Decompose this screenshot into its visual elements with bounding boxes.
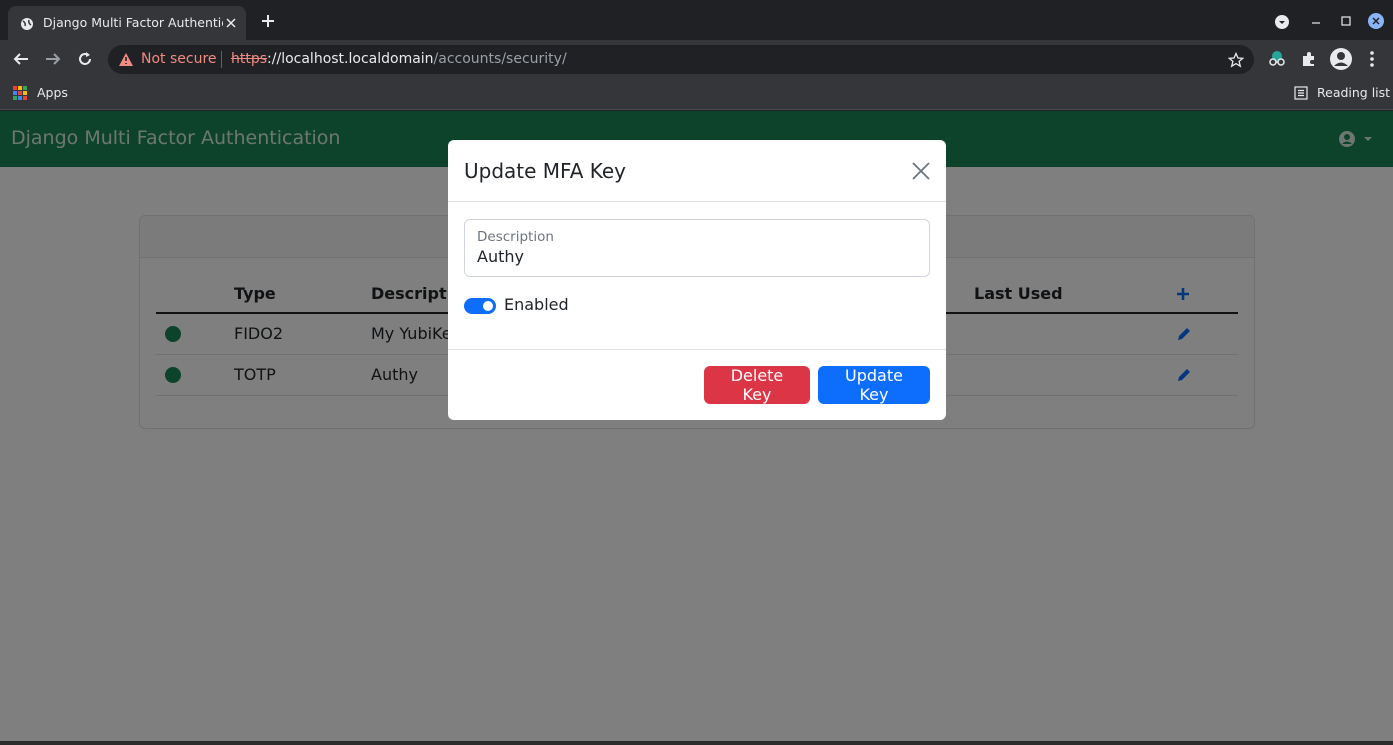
enabled-toggle[interactable] [464, 298, 496, 314]
close-tab-icon[interactable] [224, 15, 238, 34]
browser-tab-strip: Django Multi Factor Authenticati [0, 0, 1393, 40]
address-divider [221, 51, 222, 68]
reading-list-button[interactable]: Reading list [1317, 85, 1390, 100]
toggle-knob [483, 301, 493, 311]
description-label: Description [477, 229, 554, 245]
address-bar[interactable]: Not secure https://localhost.localdomain… [108, 45, 1254, 74]
new-tab-icon[interactable] [260, 13, 276, 33]
reload-icon[interactable] [76, 50, 94, 72]
description-input[interactable] [477, 247, 917, 266]
globe-icon [20, 16, 34, 35]
url-text[interactable]: https://localhost.localdomain/accounts/s… [231, 51, 567, 67]
enabled-label[interactable]: Enabled [504, 295, 569, 314]
browser-toolbar: Not secure https://localhost.localdomain… [0, 40, 1393, 78]
page-viewport: Django Multi Factor Authentication Type … [0, 111, 1393, 741]
profile-avatar-icon[interactable] [1330, 48, 1352, 74]
window-close-icon[interactable] [1367, 12, 1385, 34]
modal-footer: Delete Key Update Key [448, 349, 946, 420]
modal-header: Update MFA Key [448, 140, 946, 202]
url-scheme: https [231, 51, 268, 67]
close-icon[interactable] [912, 162, 930, 184]
url-host: ://localhost.localdomain [267, 51, 434, 67]
window-bottom-border [0, 741, 1393, 745]
minimize-icon[interactable] [1310, 12, 1322, 31]
apps-grid-icon[interactable] [13, 86, 27, 100]
extensions-icon[interactable] [1300, 50, 1318, 72]
tab-search-icon[interactable] [1275, 14, 1289, 33]
not-secure-label[interactable]: Not secure [141, 51, 217, 67]
delete-key-button[interactable]: Delete Key [704, 366, 810, 404]
maximize-icon[interactable] [1340, 12, 1352, 31]
forward-icon[interactable] [44, 50, 62, 72]
description-field[interactable]: Description [464, 219, 930, 277]
tab-title: Django Multi Factor Authenticati [43, 15, 223, 30]
back-icon[interactable] [12, 50, 30, 72]
browser-tab[interactable]: Django Multi Factor Authenticati [8, 6, 246, 40]
warning-icon[interactable] [118, 52, 134, 71]
update-mfa-key-modal: Update MFA Key Description Enabled Delet… [448, 140, 946, 420]
reading-list-icon[interactable] [1294, 85, 1308, 104]
bookmarks-bar: Apps Reading list [0, 78, 1393, 110]
incognito-extension-icon[interactable] [1267, 50, 1287, 72]
url-path: /accounts/security/ [433, 51, 567, 67]
bookmark-star-icon[interactable] [1227, 51, 1245, 72]
apps-bookmark[interactable]: Apps [37, 85, 68, 100]
browser-menu-icon[interactable] [1369, 50, 1375, 72]
modal-title: Update MFA Key [464, 159, 627, 183]
update-key-button[interactable]: Update Key [818, 366, 930, 404]
